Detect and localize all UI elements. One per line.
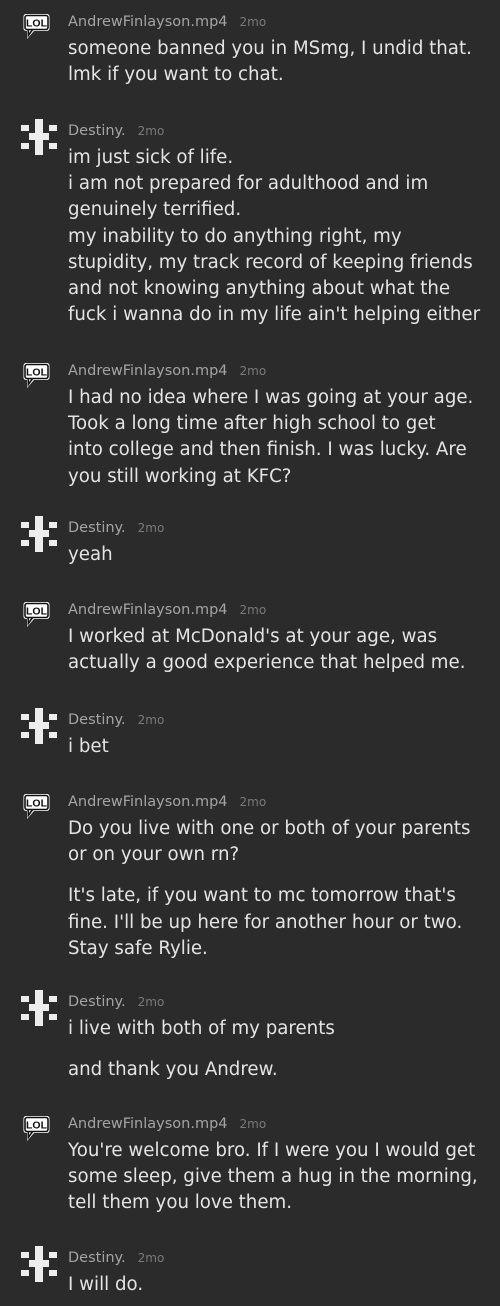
chat-screen: { "messages": [ { "author": "AndrewFinla… bbox=[0, 0, 500, 1306]
lol-speech-bubble-icon[interactable]: LOL bbox=[21, 1114, 57, 1150]
author-name[interactable]: AndrewFinlayson.mp4 bbox=[68, 794, 228, 810]
message-line: i live with both of my parents bbox=[68, 1018, 335, 1039]
timestamp: 2mo bbox=[137, 713, 165, 727]
hash-grid-icon[interactable] bbox=[21, 708, 57, 744]
timestamp: 2mo bbox=[137, 124, 165, 138]
author-name[interactable]: Destiny. bbox=[68, 994, 126, 1010]
timestamp: 2mo bbox=[239, 795, 267, 809]
author-name[interactable]: AndrewFinlayson.mp4 bbox=[68, 14, 228, 30]
message-line: I will do. bbox=[68, 1274, 144, 1295]
author-name[interactable]: Destiny. bbox=[68, 1250, 126, 1266]
message-header: AndrewFinlayson.mp4 2mo bbox=[68, 790, 266, 812]
message-line: genuinely terrified. bbox=[68, 199, 242, 221]
message-header: Destiny. 2mo bbox=[68, 1246, 164, 1268]
message-paragraph: It's late, if you want to mc tomorrow th… bbox=[68, 883, 488, 962]
message-paragraph: im just sick of life. i am not prepared f… bbox=[68, 145, 488, 328]
message-body: Do you live with one or both of your par… bbox=[68, 816, 488, 962]
message-line: Took a long time after high school to ge… bbox=[68, 413, 436, 435]
lol-speech-bubble-icon[interactable]: LOL bbox=[21, 792, 57, 828]
message-header: Destiny. 2mo bbox=[68, 990, 164, 1012]
message-body: I worked at McDonald's at your age, was a… bbox=[68, 624, 488, 676]
message-body: im just sick of life. i am not prepared f… bbox=[68, 145, 488, 328]
message-line: lmk if you want to chat. bbox=[68, 64, 284, 86]
message-line: You're welcome bro. If I were you I woul… bbox=[68, 1140, 476, 1161]
svg-text:LOL: LOL bbox=[26, 798, 48, 810]
timestamp: 2mo bbox=[137, 1251, 165, 1265]
message-body: I had no idea where I was going at your … bbox=[68, 385, 488, 490]
message-line: some sleep, give them a hug in the morni… bbox=[68, 1166, 478, 1188]
message-line: i bet bbox=[68, 736, 109, 757]
author-name[interactable]: AndrewFinlayson.mp4 bbox=[68, 602, 228, 618]
hash-grid-icon[interactable] bbox=[21, 1246, 57, 1282]
message-paragraph: You're welcome bro. If I were you I woul… bbox=[68, 1138, 488, 1217]
lol-speech-bubble-icon[interactable]: LOL bbox=[21, 12, 57, 48]
message-line: my inability to do anything right, my bbox=[68, 225, 402, 247]
lol-speech-bubble-icon[interactable]: LOL bbox=[21, 600, 57, 636]
message-body: someone banned you in MSmg, I undid that… bbox=[68, 36, 488, 88]
message-header: AndrewFinlayson.mp4 2mo bbox=[68, 359, 266, 381]
message-line: i am not prepared for adulthood and im bbox=[68, 173, 429, 195]
message-paragraph: Do you live with one or both of your par… bbox=[68, 816, 488, 868]
lol-speech-bubble-icon[interactable]: LOL bbox=[21, 361, 57, 397]
message-paragraph: someone banned you in MSmg, I undid that… bbox=[68, 36, 488, 88]
author-name[interactable]: Destiny. bbox=[68, 123, 126, 139]
message-line: you still working at KFC? bbox=[68, 465, 292, 487]
timestamp: 2mo bbox=[239, 15, 267, 29]
hash-grid-icon[interactable] bbox=[21, 990, 57, 1026]
message-line: stupidity, my track record of keeping fr… bbox=[68, 251, 473, 273]
message-header: AndrewFinlayson.mp4 2mo bbox=[68, 598, 266, 620]
message-line: and thank you Andrew. bbox=[68, 1059, 278, 1081]
message-paragraph: I had no idea where I was going at your … bbox=[68, 385, 488, 490]
message-paragraph: I will do. bbox=[68, 1272, 488, 1298]
svg-text:LOL: LOL bbox=[26, 606, 48, 618]
timestamp: 2mo bbox=[239, 603, 267, 617]
author-name[interactable]: AndrewFinlayson.mp4 bbox=[68, 363, 228, 379]
message-body: You're welcome bro. If I were you I woul… bbox=[68, 1138, 488, 1217]
svg-text:LOL: LOL bbox=[26, 18, 48, 30]
timestamp: 2mo bbox=[137, 521, 165, 535]
message-body: yeah bbox=[68, 542, 488, 568]
message-paragraph: i live with both of my parents bbox=[68, 1016, 488, 1042]
message-line: fuck i wanna do in my life ain't helping… bbox=[68, 304, 481, 326]
message-line: Do you live with one or both of your par… bbox=[68, 818, 471, 839]
message-line: I worked at McDonald's at your age, was bbox=[68, 626, 438, 647]
message-body: i live with both of my parents and thank … bbox=[68, 1016, 488, 1083]
svg-text:LOL: LOL bbox=[26, 1120, 48, 1132]
hash-grid-icon[interactable] bbox=[21, 119, 57, 155]
svg-text:LOL: LOL bbox=[26, 367, 48, 379]
message-line: I had no idea where I was going at your … bbox=[68, 387, 474, 408]
message-line: and not knowing anything about what the bbox=[68, 278, 451, 300]
message-paragraph: yeah bbox=[68, 542, 488, 568]
message-header: AndrewFinlayson.mp4 2mo bbox=[68, 10, 266, 32]
author-name[interactable]: Destiny. bbox=[68, 712, 126, 728]
message-line: tell them you love them. bbox=[68, 1192, 293, 1214]
message-line: actually a good experience that helped m… bbox=[68, 652, 466, 674]
message-header: Destiny. 2mo bbox=[68, 119, 164, 141]
timestamp: 2mo bbox=[137, 995, 165, 1009]
message-header: AndrewFinlayson.mp4 2mo bbox=[68, 1112, 266, 1134]
author-name[interactable]: Destiny. bbox=[68, 520, 126, 536]
message-paragraph: and thank you Andrew. bbox=[68, 1057, 488, 1083]
message-paragraph: I worked at McDonald's at your age, was a… bbox=[68, 624, 488, 676]
message-line: someone banned you in MSmg, I undid that… bbox=[68, 38, 472, 59]
message-line: Stay safe Rylie. bbox=[68, 937, 208, 959]
message-line: yeah bbox=[68, 544, 113, 565]
hash-grid-icon[interactable] bbox=[21, 516, 57, 552]
timestamp: 2mo bbox=[239, 1117, 267, 1131]
message-paragraph: i bet bbox=[68, 734, 488, 760]
message-header: Destiny. 2mo bbox=[68, 708, 164, 730]
timestamp: 2mo bbox=[239, 364, 267, 378]
message-body: i bet bbox=[68, 734, 488, 760]
message-header: Destiny. 2mo bbox=[68, 516, 164, 538]
message-line: or on your own rn? bbox=[68, 844, 240, 866]
message-line: into college and then finish. I was luck… bbox=[68, 439, 467, 461]
message-line: fine. I'll be up here for another hour o… bbox=[68, 911, 463, 933]
message-body: I will do. bbox=[68, 1272, 488, 1298]
author-name[interactable]: AndrewFinlayson.mp4 bbox=[68, 1116, 228, 1132]
message-line: im just sick of life. bbox=[68, 147, 234, 168]
message-line: It's late, if you want to mc tomorrow th… bbox=[68, 885, 456, 907]
